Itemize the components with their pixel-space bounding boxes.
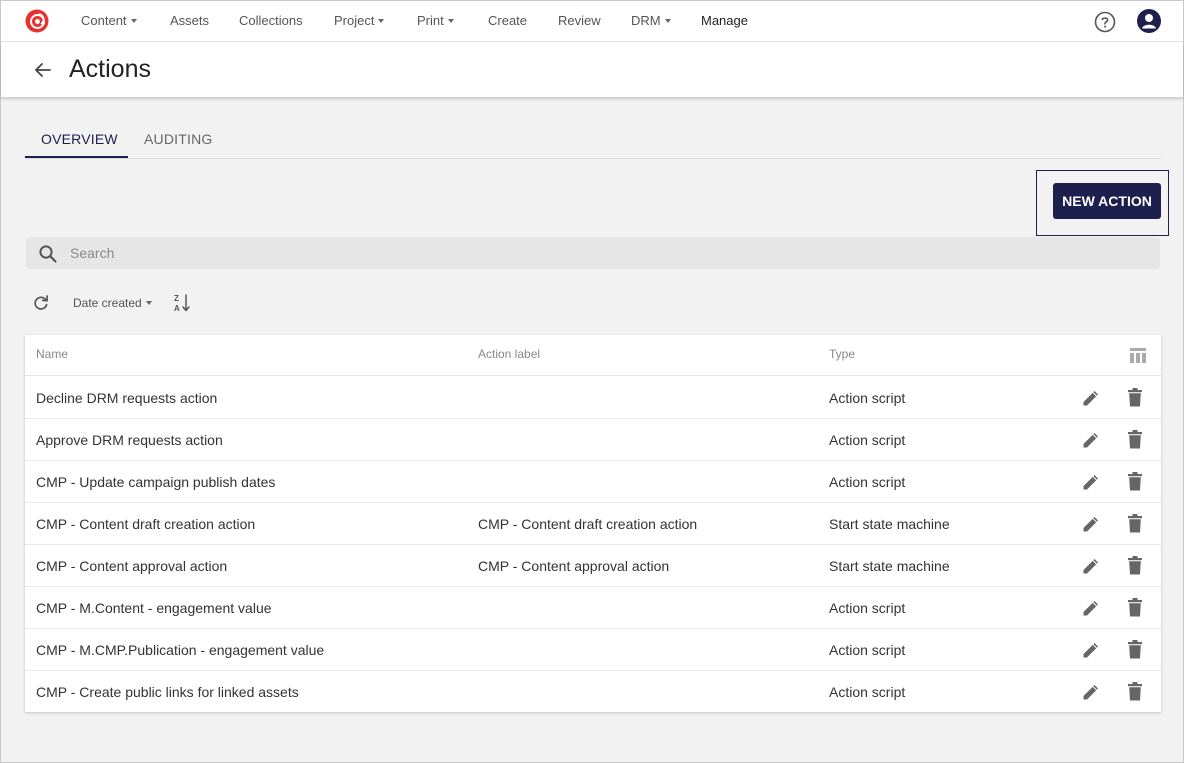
column-header-name[interactable]: Name [36, 347, 68, 361]
sort-dropdown[interactable]: Date created [73, 296, 152, 310]
tab-auditing[interactable]: AUDITING [144, 131, 213, 147]
svg-text:A: A [174, 304, 180, 313]
cell-type: Action script [829, 432, 906, 448]
nav-item-project[interactable]: Project [334, 13, 385, 28]
column-header-action-label[interactable]: Action label [478, 347, 540, 361]
edit-pencil-icon[interactable] [1081, 556, 1101, 576]
user-avatar-icon[interactable] [1137, 9, 1161, 33]
table-header: Name Action label Type [25, 335, 1161, 376]
nav-item-print[interactable]: Print [417, 13, 454, 28]
nav-item-drm[interactable]: DRM [631, 13, 671, 28]
nav-item-collections[interactable]: Collections [239, 13, 303, 28]
delete-trash-icon[interactable] [1126, 471, 1144, 492]
edit-pencil-icon[interactable] [1081, 388, 1101, 408]
cell-name[interactable]: CMP - M.CMP.Publication - engagement val… [36, 642, 324, 658]
cell-action-label: CMP - Content approval action [478, 558, 670, 574]
table-row: CMP - M.CMP.Publication - engagement val… [25, 629, 1161, 671]
cell-name[interactable]: Decline DRM requests action [36, 390, 217, 406]
cell-action-label: CMP - Content draft creation action [478, 516, 698, 532]
cell-name[interactable]: Approve DRM requests action [36, 432, 223, 448]
nav-item-review[interactable]: Review [558, 13, 601, 28]
search-bar [26, 237, 1160, 269]
nav-item-create[interactable]: Create [488, 13, 527, 28]
search-icon [39, 245, 57, 263]
table-row: Approve DRM requests action Action scrip… [25, 419, 1161, 461]
edit-pencil-icon[interactable] [1081, 472, 1101, 492]
top-navigation: Content Assets Collections Project Print… [1, 1, 1183, 42]
help-circle-icon[interactable] [1094, 11, 1116, 33]
table-row: Decline DRM requests action Action scrip… [25, 377, 1161, 419]
cell-name[interactable]: CMP - Create public links for linked ass… [36, 684, 299, 700]
table-row: CMP - Content draft creation action CMP … [25, 503, 1161, 545]
edit-pencil-icon[interactable] [1081, 430, 1101, 450]
refresh-icon[interactable] [32, 294, 50, 312]
nav-item-manage[interactable]: Manage [701, 13, 748, 28]
chevron-down-icon [130, 19, 137, 23]
tab-bar: OVERVIEW AUDITING [25, 121, 1161, 159]
cell-type: Action script [829, 474, 906, 490]
cell-type: Action script [829, 600, 906, 616]
cell-name[interactable]: CMP - Content approval action [36, 558, 227, 574]
table-row: CMP - Content approval action CMP - Cont… [25, 545, 1161, 587]
page-title: Actions [69, 55, 151, 83]
sort-z-a-icon[interactable]: Z A [173, 293, 191, 313]
cell-type: Action script [829, 642, 906, 658]
column-header-type[interactable]: Type [829, 347, 855, 361]
table-row: CMP - Create public links for linked ass… [25, 671, 1161, 713]
edit-pencil-icon[interactable] [1081, 682, 1101, 702]
back-arrow-icon[interactable] [32, 59, 54, 81]
delete-trash-icon[interactable] [1126, 555, 1144, 576]
table-row: CMP - Update campaign publish dates Acti… [25, 461, 1161, 503]
cell-name[interactable]: CMP - Update campaign publish dates [36, 474, 275, 490]
cell-type: Start state machine [829, 516, 950, 532]
edit-pencil-icon[interactable] [1081, 598, 1101, 618]
cell-type: Start state machine [829, 558, 950, 574]
cell-name[interactable]: CMP - M.Content - engagement value [36, 600, 272, 616]
table-row: CMP - M.Content - engagement value Actio… [25, 587, 1161, 629]
cell-type: Action script [829, 390, 906, 406]
new-action-button[interactable]: NEW ACTION [1053, 183, 1161, 219]
delete-trash-icon[interactable] [1126, 639, 1144, 660]
actions-table: Name Action label Type Decline DRM reque… [25, 335, 1161, 712]
edit-pencil-icon[interactable] [1081, 514, 1101, 534]
tab-overview[interactable]: OVERVIEW [41, 131, 118, 147]
column-settings-icon[interactable] [1129, 347, 1147, 364]
brand-logo-icon[interactable] [25, 9, 49, 33]
chevron-down-icon [664, 19, 671, 23]
nav-item-assets[interactable]: Assets [170, 13, 209, 28]
nav-item-content[interactable]: Content [81, 13, 137, 28]
search-input[interactable] [70, 237, 1150, 269]
chevron-down-icon [378, 19, 385, 23]
active-tab-indicator [25, 156, 128, 158]
delete-trash-icon[interactable] [1126, 681, 1144, 702]
chevron-down-icon [145, 301, 152, 305]
chevron-down-icon [447, 19, 454, 23]
delete-trash-icon[interactable] [1126, 513, 1144, 534]
cell-name[interactable]: CMP - Content draft creation action [36, 516, 255, 532]
cell-type: Action script [829, 684, 906, 700]
delete-trash-icon[interactable] [1126, 597, 1144, 618]
svg-text:Z: Z [174, 294, 179, 303]
edit-pencil-icon[interactable] [1081, 640, 1101, 660]
page-header: Actions [1, 42, 1183, 97]
delete-trash-icon[interactable] [1126, 429, 1144, 450]
delete-trash-icon[interactable] [1126, 387, 1144, 408]
